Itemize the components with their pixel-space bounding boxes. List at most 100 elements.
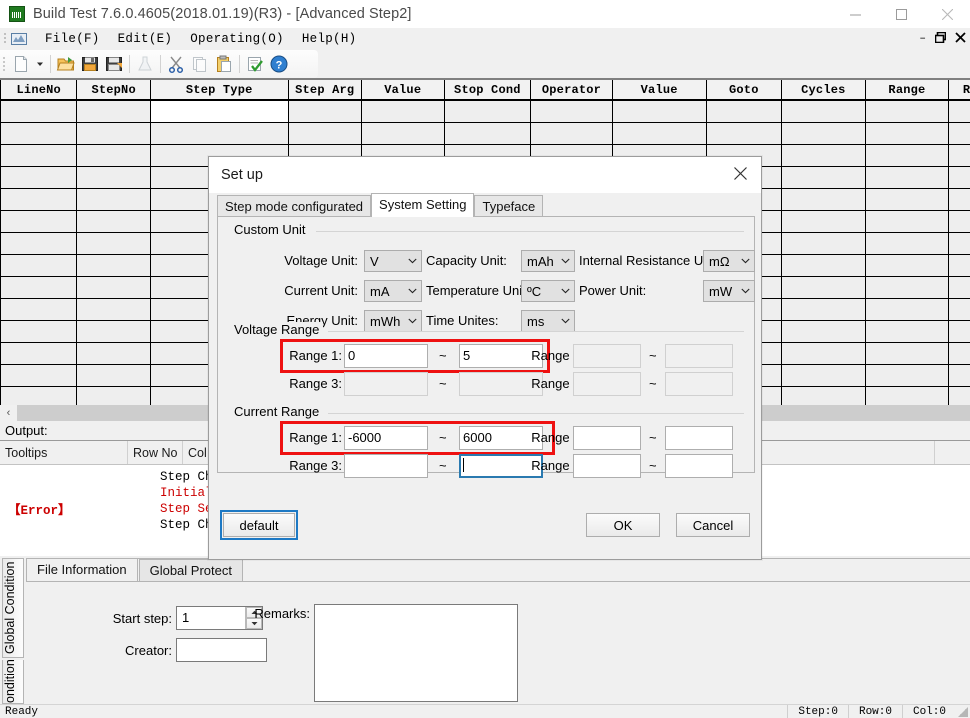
grid-cell[interactable] <box>0 122 78 145</box>
grid-cell[interactable] <box>781 144 866 167</box>
scroll-left-arrow-icon[interactable]: ‹ <box>0 405 17 421</box>
grid-cell[interactable] <box>865 298 950 321</box>
grid-cell[interactable] <box>948 232 970 255</box>
grid-cell[interactable] <box>948 210 970 233</box>
vertical-tab-global-condition[interactable]: Global Condition <box>2 558 24 658</box>
grid-cell[interactable] <box>948 298 970 321</box>
help-icon[interactable]: ? <box>267 52 291 76</box>
grid-cell[interactable] <box>612 122 707 145</box>
grid-cell[interactable] <box>781 188 866 211</box>
grid-cell[interactable] <box>76 364 151 387</box>
current-range2-max-input[interactable] <box>665 426 733 450</box>
table-row[interactable] <box>0 100 970 123</box>
grid-cell[interactable] <box>0 166 78 189</box>
grid-cell[interactable] <box>706 100 783 123</box>
remarks-textarea[interactable] <box>314 604 518 702</box>
maximize-window-icon[interactable] <box>878 0 924 28</box>
current-range1-min-input[interactable]: -6000 <box>344 426 428 450</box>
grid-cell[interactable] <box>781 320 866 343</box>
grid-cell[interactable] <box>0 276 78 299</box>
grid-cell[interactable] <box>865 210 950 233</box>
vertical-tab-condition[interactable]: ondition <box>2 660 24 704</box>
grid-cell[interactable] <box>288 122 362 145</box>
voltage-range1-min-input[interactable]: 0 <box>344 344 428 368</box>
paste-icon[interactable] <box>212 52 236 76</box>
tab-typeface[interactable]: Typeface <box>474 195 544 217</box>
grid-cell[interactable] <box>781 232 866 255</box>
grid-column-header[interactable]: StepNo <box>76 80 151 101</box>
grid-cell[interactable] <box>76 122 151 145</box>
grid-cell[interactable] <box>0 364 78 387</box>
tab-file-information[interactable]: File Information <box>26 558 138 581</box>
grid-cell[interactable] <box>781 298 866 321</box>
close-window-icon[interactable] <box>924 0 970 28</box>
grid-cell[interactable] <box>781 166 866 189</box>
grid-cell[interactable] <box>76 342 151 365</box>
grid-cell[interactable] <box>0 254 78 277</box>
menu-item-operating[interactable]: Operating(O) <box>181 30 293 48</box>
mdi-minimize-icon[interactable]: – <box>919 33 926 45</box>
voltage-range3-min-input[interactable] <box>344 372 428 396</box>
tab-system-setting[interactable]: System Setting <box>371 193 475 217</box>
table-row[interactable] <box>0 122 970 145</box>
grid-cell[interactable] <box>76 254 151 277</box>
menu-item-edit[interactable]: Edit(E) <box>109 30 182 48</box>
grid-column-header[interactable]: Stop Cond <box>444 80 532 101</box>
temperature-unit-select[interactable]: ºC <box>521 280 575 302</box>
grid-cell[interactable] <box>288 100 362 123</box>
grid-column-header[interactable]: Range <box>865 80 950 101</box>
grid-cell[interactable] <box>865 100 950 123</box>
grid-cell[interactable] <box>781 254 866 277</box>
mdi-document-icon[interactable] <box>10 31 28 47</box>
grid-cell[interactable] <box>948 144 970 167</box>
grid-cell[interactable] <box>361 100 445 123</box>
grid-cell[interactable] <box>0 232 78 255</box>
save-icon[interactable] <box>78 52 102 76</box>
grid-cell[interactable] <box>865 320 950 343</box>
grid-column-header[interactable]: Operator <box>530 80 613 101</box>
grid-cell[interactable] <box>444 100 532 123</box>
grid-cell[interactable] <box>948 166 970 189</box>
menu-item-help[interactable]: Help(H) <box>293 30 366 48</box>
grid-cell[interactable] <box>865 144 950 167</box>
voltage-range4-min-input[interactable] <box>573 372 641 396</box>
grid-cell[interactable] <box>781 342 866 365</box>
grid-cell[interactable] <box>361 122 445 145</box>
grid-cell[interactable] <box>706 122 783 145</box>
grid-cell[interactable] <box>444 122 532 145</box>
grid-cell[interactable] <box>781 386 866 405</box>
capacity-unit-select[interactable]: mAh <box>521 250 575 272</box>
grid-cell[interactable] <box>76 166 151 189</box>
grid-column-header[interactable]: LineNo <box>0 80 78 101</box>
grid-cell[interactable] <box>865 364 950 387</box>
check-list-icon[interactable] <box>243 52 267 76</box>
tab-global-protect[interactable]: Global Protect <box>138 559 243 581</box>
grid-cell[interactable] <box>0 386 78 405</box>
grid-cell[interactable] <box>865 188 950 211</box>
mdi-close-icon[interactable] <box>955 31 966 47</box>
menu-drag-grip[interactable] <box>0 28 10 50</box>
cancel-button[interactable]: Cancel <box>676 513 750 537</box>
grid-cell[interactable] <box>150 100 289 123</box>
default-button[interactable]: default <box>220 510 298 540</box>
grid-cell[interactable] <box>612 100 707 123</box>
grid-cell[interactable] <box>865 122 950 145</box>
mdi-restore-icon[interactable] <box>934 31 947 47</box>
grid-column-header[interactable]: Value <box>361 80 445 101</box>
grid-cell[interactable] <box>948 364 970 387</box>
grid-cell[interactable] <box>948 320 970 343</box>
dialog-close-icon[interactable] <box>719 157 761 189</box>
cut-icon[interactable] <box>164 52 188 76</box>
save-as-icon[interactable] <box>102 52 126 76</box>
grid-cell[interactable] <box>0 298 78 321</box>
voltage-range2-max-input[interactable] <box>665 344 733 368</box>
grid-column-header[interactable]: Step Arg <box>288 80 362 101</box>
grid-cell[interactable] <box>76 100 151 123</box>
grid-cell[interactable] <box>530 122 613 145</box>
menu-item-file[interactable]: File(F) <box>36 30 109 48</box>
grid-cell[interactable] <box>150 122 289 145</box>
grid-cell[interactable] <box>948 276 970 299</box>
grid-cell[interactable] <box>948 100 970 123</box>
grid-cell[interactable] <box>76 320 151 343</box>
grid-cell[interactable] <box>781 364 866 387</box>
